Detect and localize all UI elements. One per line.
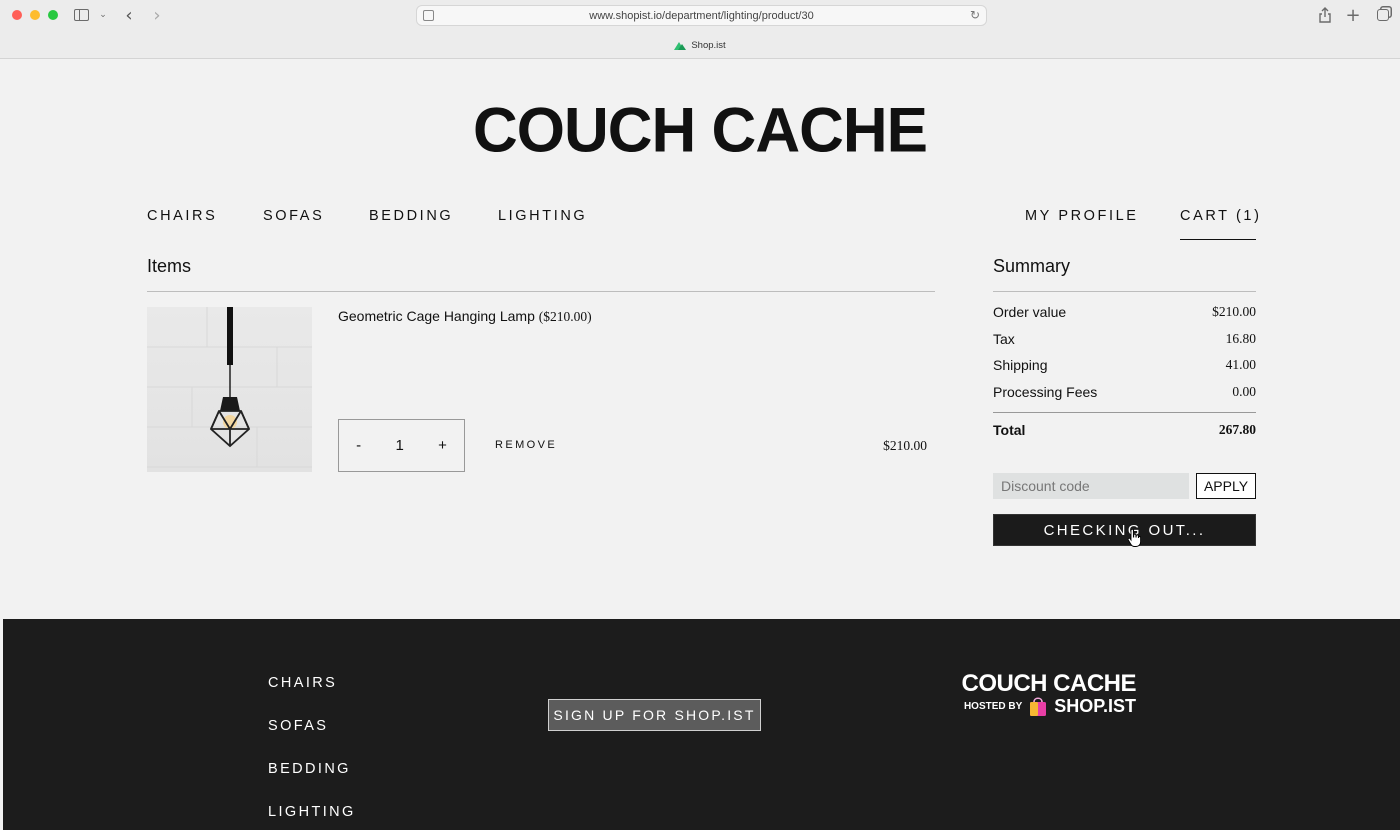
store-logo[interactable]: COUCH CACHE [0, 94, 1400, 166]
forward-arrow-icon[interactable]: › [148, 5, 166, 26]
total-label: Total [993, 422, 1026, 438]
summary-value: 41.00 [1225, 357, 1256, 372]
summary-divider [993, 291, 1256, 292]
footer-link-bedding[interactable]: BEDDING [268, 761, 351, 777]
quantity-value: 1 [395, 437, 404, 454]
summary-row-tax: Tax 16.80 [993, 331, 1256, 347]
nav-lighting[interactable]: LIGHTING [498, 208, 587, 224]
footer-link-chairs[interactable]: CHAIRS [268, 675, 337, 691]
product-title[interactable]: Geometric Cage Hanging Lamp ($210.00) [338, 308, 592, 325]
cart-active-underline [1180, 239, 1256, 240]
footer-brand[interactable]: COUCH CACHE [958, 670, 1137, 698]
hosted-by-badge[interactable]: HOSTED BY SHOP.IST [958, 695, 1136, 717]
active-tab[interactable]: Shop.ist [0, 40, 1400, 51]
total-divider [993, 412, 1256, 413]
browser-toolbar: ⌄ ‹ › www.shopist.io/department/lighting… [0, 0, 1400, 59]
back-arrow-icon[interactable]: ‹ [120, 5, 138, 26]
remove-item-button[interactable]: REMOVE [495, 439, 557, 451]
summary-row-order-value: Order value $210.00 [993, 304, 1256, 320]
chevron-down-icon[interactable]: ⌄ [94, 6, 112, 24]
total-value: 267.80 [1218, 422, 1256, 437]
summary-label: Shipping [993, 357, 1048, 373]
summary-row-shipping: Shipping 41.00 [993, 357, 1256, 373]
new-tab-icon[interactable]: + [1344, 5, 1362, 26]
line-total: $210.00 [883, 438, 927, 453]
footer-link-sofas[interactable]: SOFAS [268, 718, 328, 734]
reload-icon[interactable]: ↻ [970, 8, 980, 22]
shopist-favicon-icon [674, 41, 687, 50]
tab-title: Shop.ist [691, 40, 726, 51]
items-divider [147, 291, 935, 292]
summary-title: Summary [993, 256, 1071, 276]
shopping-bag-icon [1030, 697, 1047, 716]
hosted-by-label: HOSTED BY [963, 700, 1023, 712]
summary-label: Processing Fees [993, 384, 1098, 400]
footer-link-lighting[interactable]: LIGHTING [268, 804, 356, 820]
nav-chairs[interactable]: CHAIRS [147, 208, 217, 224]
zoom-window-button[interactable] [48, 10, 58, 20]
summary-label: Tax [993, 331, 1015, 347]
items-title: Items [147, 256, 192, 276]
apply-discount-button[interactable]: APPLY [1196, 473, 1256, 499]
close-window-button[interactable] [12, 10, 22, 20]
quantity-stepper: - 1 + [338, 419, 465, 472]
decrease-quantity-button[interactable]: - [350, 437, 367, 454]
nav-cart[interactable]: CART (1) [1180, 208, 1262, 224]
summary-value: $210.00 [1212, 304, 1256, 319]
discount-code-input[interactable] [993, 473, 1189, 499]
product-image[interactable] [147, 307, 312, 472]
nav-sofas[interactable]: SOFAS [263, 208, 324, 224]
tab-overview-icon[interactable] [1374, 6, 1392, 24]
page-settings-icon[interactable] [423, 10, 434, 21]
summary-row-processing-fees: Processing Fees 0.00 [993, 384, 1256, 400]
summary-label: Order value [993, 304, 1067, 320]
address-bar[interactable]: www.shopist.io/department/lighting/produ… [416, 5, 987, 26]
signup-button[interactable]: SIGN UP FOR SHOP.IST [548, 699, 761, 731]
window-controls [12, 10, 58, 20]
host-name: SHOP.IST [1054, 695, 1136, 716]
product-name: Geometric Cage Hanging Lamp [338, 308, 535, 324]
url-text: www.shopist.io/department/lighting/produ… [589, 9, 814, 22]
share-icon[interactable] [1316, 6, 1334, 24]
nav-bedding[interactable]: BEDDING [369, 208, 453, 224]
summary-row-total: Total 267.80 [993, 422, 1256, 438]
summary-value: 0.00 [1232, 384, 1256, 399]
minimize-window-button[interactable] [30, 10, 40, 20]
sidebar-icon[interactable] [72, 6, 90, 24]
product-unit-price: ($210.00) [538, 309, 592, 324]
increase-quantity-button[interactable]: + [432, 437, 453, 454]
hand-cursor-icon [1127, 529, 1141, 547]
checkout-button[interactable]: CHECKING OUT... [993, 514, 1256, 546]
nav-my-profile[interactable]: MY PROFILE [1025, 208, 1139, 224]
summary-value: 16.80 [1225, 331, 1256, 346]
